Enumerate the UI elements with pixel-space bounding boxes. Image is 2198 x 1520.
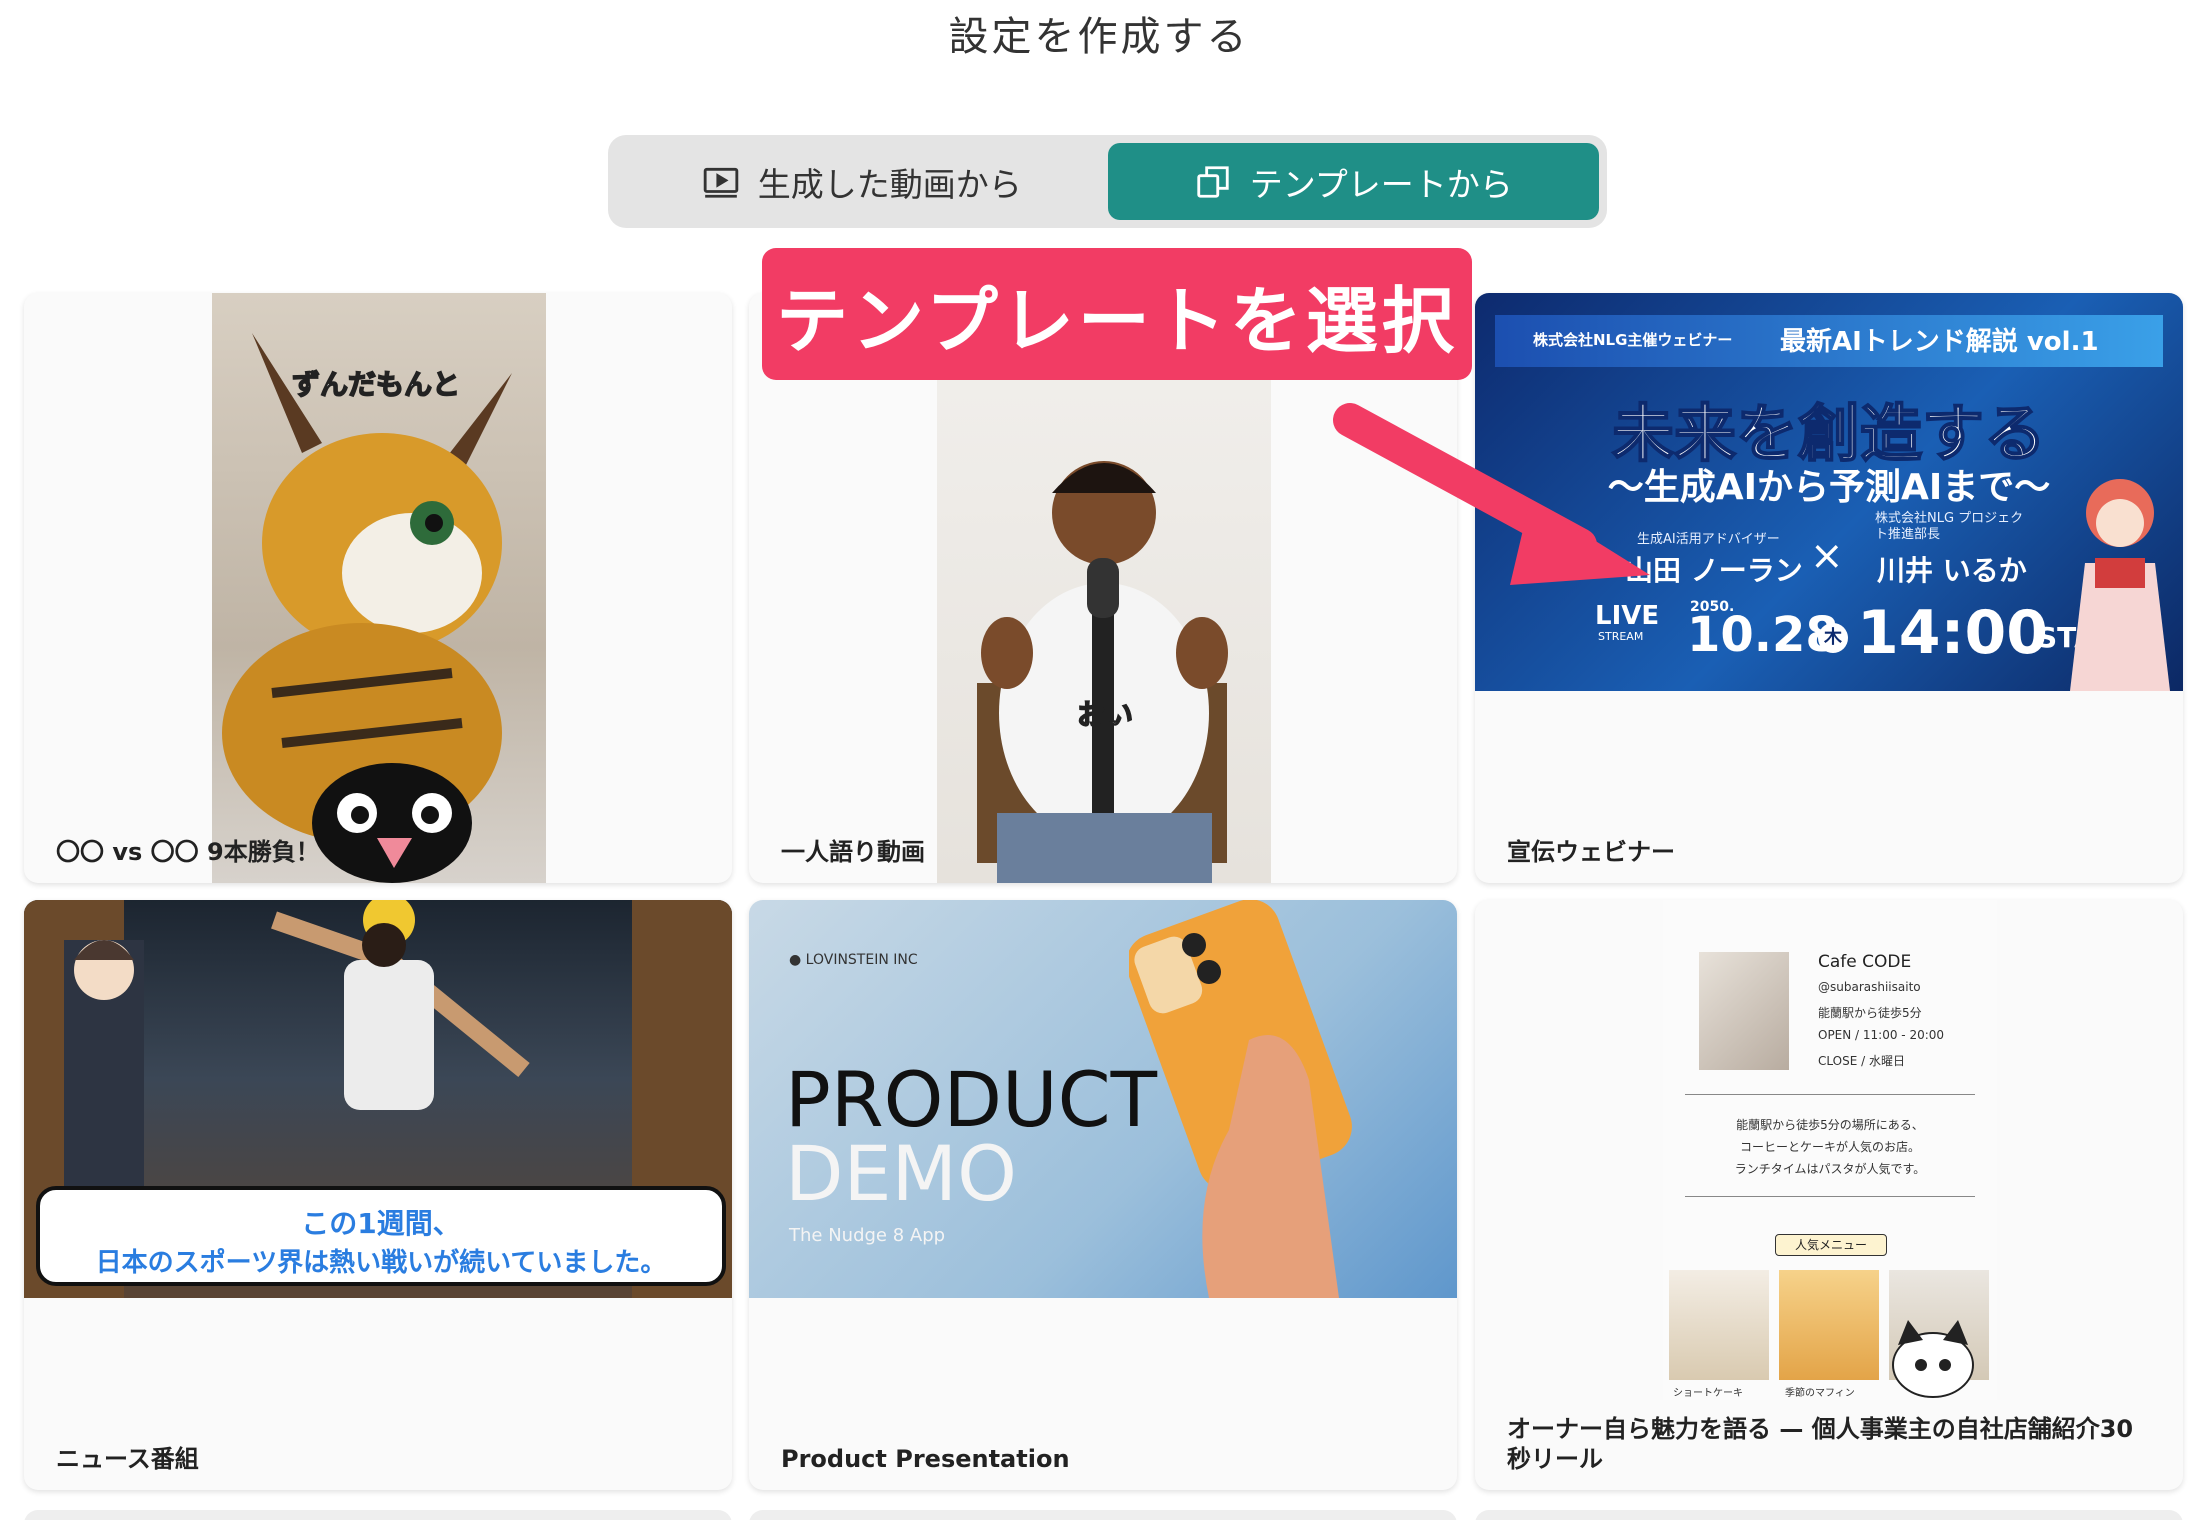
- card-title: ニュース番組: [56, 1445, 199, 1473]
- thumbnail: この1週間、 日本のスポーツ界は熱い戦いが続いていました。: [24, 900, 732, 1298]
- page-title: 設定を作成する: [948, 14, 1250, 60]
- speaker2-name: 川井 いるか: [1877, 554, 2027, 587]
- cafe-item-photo1: [1669, 1270, 1769, 1380]
- event-time: 14:00: [1857, 598, 2048, 668]
- cafe-close: CLOSE / 水曜日: [1818, 1054, 1905, 1068]
- cat-illustration: [1892, 1320, 1974, 1398]
- from-video-label: 生成した動画から: [757, 164, 1022, 204]
- product-sub: The Nudge 8 App: [789, 1225, 946, 1246]
- thumbnail: ずんだもんと: [212, 293, 546, 883]
- template-card-news[interactable]: この1週間、 日本のスポーツ界は熱い戦いが続いていました。 ニュース番組: [24, 900, 732, 1490]
- card-title: 〇〇 vs 〇〇 9本勝負！: [56, 838, 320, 866]
- cafe-desc3: ランチタイムはパスタが人気です。: [1734, 1162, 1926, 1176]
- cafe-desc2: コーヒーとケーキが人気のお店。: [1739, 1140, 1920, 1154]
- cafe-desc1: 能蘭駅から徒歩5分の場所にある、: [1736, 1118, 1924, 1132]
- next-row-card: [1475, 1510, 2183, 1520]
- cafe-access: 能蘭駅から徒歩5分: [1818, 1006, 1922, 1020]
- cafe-open: OPEN / 11:00 - 20:00: [1818, 1028, 1945, 1042]
- next-row-card: [749, 1510, 1457, 1520]
- template-card-battle[interactable]: ずんだもんと 〇〇 vs 〇〇 9本勝負！: [24, 293, 732, 883]
- video-icon: [703, 167, 739, 198]
- event-date: 10.28: [1687, 607, 1839, 663]
- cafe-item-photo2: [1779, 1270, 1879, 1380]
- template-card-cafe[interactable]: Cafe CODE @subarashiisaito 能蘭駅から徒歩5分 OPE…: [1475, 900, 2183, 1490]
- template-card-product[interactable]: ● LOVINSTEIN INC PRODUCT DEMO The Nudge …: [749, 900, 1457, 1490]
- thumbnail: Cafe CODE @subarashiisaito 能蘭駅から徒歩5分 OPE…: [1663, 900, 1997, 1400]
- video-caption: ずんだもんと: [291, 367, 461, 402]
- next-row-card: [24, 1510, 732, 1520]
- event-dow: 木: [1818, 623, 1848, 653]
- card-title: 一人語り動画: [781, 838, 925, 866]
- from-video-tab[interactable]: 生成した動画から: [616, 143, 1108, 220]
- cafe-item1: ショートケーキ: [1673, 1388, 1743, 1399]
- webinar-host: 株式会社NLG主催ウェビナー: [1533, 331, 1733, 349]
- copy-icon: [1197, 165, 1229, 198]
- cafe-handle: @subarashiisaito: [1818, 980, 1921, 994]
- source-toggle: 生成した動画から テンプレートから: [608, 135, 1607, 228]
- cafe-menu-title: 人気メニュー: [1775, 1234, 1887, 1256]
- annotation-arrow-icon: [1333, 403, 1650, 585]
- speaker-illustration: [977, 461, 1228, 883]
- card-title: 宣伝ウェビナー: [1507, 838, 1675, 866]
- caption-line1: この1週間、: [301, 1207, 461, 1240]
- video-caption: おい: [1076, 697, 1134, 732]
- card-title: オーナー自ら魅力を語る — 個人事業主の自社店舗紹介30秒リール: [1507, 1415, 2134, 1473]
- product-title1: PRODUCT: [785, 1055, 1158, 1144]
- live-label: LIVE: [1595, 601, 1660, 631]
- from-template-tab[interactable]: テンプレートから: [1107, 143, 1599, 220]
- cafe-name: Cafe CODE: [1818, 952, 1912, 972]
- avatar-illustration: [2070, 479, 2170, 691]
- thumbnail: おい: [937, 293, 1271, 883]
- product-title2: DEMO: [785, 1129, 1017, 1218]
- cafe-item2: 季節のマフィン: [1785, 1388, 1855, 1399]
- brand-name: LOVINSTEIN INC: [805, 952, 918, 968]
- from-template-label: テンプレートから: [1249, 164, 1513, 204]
- news-caption-box: この1週間、 日本のスポーツ界は熱い戦いが続いていました。: [36, 1186, 726, 1286]
- stream-label: STREAM: [1598, 630, 1644, 643]
- speaker2-role: 株式会社NLG プロジェクト推進部長: [1875, 511, 2024, 542]
- card-title: Product Presentation: [781, 1445, 1070, 1473]
- cross-icon: ×: [1810, 533, 1844, 579]
- annotation-callout: テンプレートを選択: [762, 248, 1472, 380]
- caption-line2: 日本のスポーツ界は熱い戦いが続いていました。: [95, 1248, 667, 1278]
- webinar-series: 最新AIトレンド解説 vol.1: [1780, 327, 2099, 357]
- thumbnail: ● LOVINSTEIN INC PRODUCT DEMO The Nudge …: [749, 900, 1457, 1298]
- phone-hand-illustration: [1129, 900, 1352, 1298]
- cafe-photo: [1699, 952, 1789, 1070]
